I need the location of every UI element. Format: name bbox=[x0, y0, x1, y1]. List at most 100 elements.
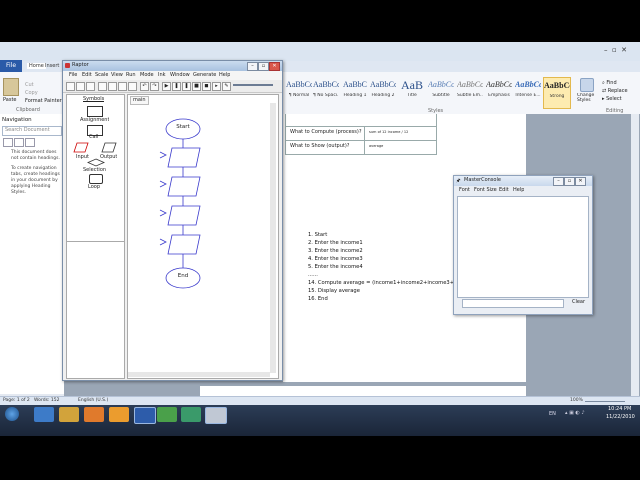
find-icon[interactable]: ⌕ Find bbox=[602, 80, 617, 87]
raptor-menu-help[interactable]: Help bbox=[219, 72, 230, 79]
select-button[interactable]: Select bbox=[606, 96, 621, 102]
taskbar-firefox-icon[interactable] bbox=[109, 407, 129, 422]
input-parallelogram[interactable] bbox=[167, 205, 201, 226]
raptor-menu-file[interactable]: File bbox=[69, 72, 77, 79]
style-emphasis[interactable]: AaBbCcL Emphasis bbox=[486, 77, 512, 107]
taskbar-media-icon[interactable] bbox=[84, 407, 104, 422]
step-icon[interactable]: ❚ bbox=[172, 82, 181, 91]
raptor-menu-edit[interactable]: Edit bbox=[82, 72, 92, 79]
input-parallelogram[interactable] bbox=[167, 176, 201, 197]
save-file-icon[interactable] bbox=[86, 82, 95, 91]
find-button[interactable]: Find bbox=[606, 80, 616, 86]
style-subtle-emphasis[interactable]: AaBbCcL Subtle Em... bbox=[457, 77, 483, 107]
redo-icon[interactable]: ↷ bbox=[150, 82, 159, 91]
canvas-vertical-scrollbar[interactable] bbox=[270, 103, 276, 373]
raptor-minimize-button[interactable]: – bbox=[247, 62, 258, 71]
console-input[interactable] bbox=[462, 299, 564, 308]
paste-icon[interactable] bbox=[3, 78, 19, 96]
word-tab-insert[interactable]: Insert bbox=[45, 63, 59, 69]
run-to-end-icon[interactable]: ▸ bbox=[212, 82, 221, 91]
raptor-menu-ink[interactable]: Ink bbox=[158, 72, 166, 79]
browse-headings-icon[interactable] bbox=[3, 138, 13, 147]
console-menu-help[interactable]: Help bbox=[513, 187, 524, 194]
selection-symbol[interactable] bbox=[87, 158, 105, 167]
paste-tool-icon[interactable] bbox=[118, 82, 127, 91]
tray-icons[interactable]: ▴ ▣ ◐ ♪ bbox=[565, 410, 595, 417]
paste-button[interactable]: Paste bbox=[3, 97, 17, 104]
copy-button[interactable]: Copy bbox=[25, 90, 38, 97]
word-window-controls[interactable]: – ▫ ✕ bbox=[604, 46, 627, 54]
status-page[interactable]: Page: 1 of 2 bbox=[3, 398, 30, 403]
print-icon[interactable] bbox=[128, 82, 137, 91]
navigation-search-input[interactable]: Search Document bbox=[2, 126, 62, 136]
console-minimize-button[interactable]: – bbox=[553, 177, 564, 186]
zoom-slider[interactable] bbox=[585, 401, 625, 402]
input-parallelogram[interactable] bbox=[167, 234, 201, 255]
io-symbols[interactable] bbox=[73, 142, 121, 154]
canvas-horizontal-scrollbar[interactable] bbox=[128, 372, 270, 377]
input-language[interactable]: EN bbox=[549, 411, 556, 418]
console-close-button[interactable]: ✕ bbox=[575, 177, 586, 186]
raptor-menu-generate[interactable]: Generate bbox=[193, 72, 216, 79]
cut-button[interactable]: Cut bbox=[25, 82, 34, 89]
pen-icon[interactable]: ✎ bbox=[222, 82, 231, 91]
raptor-menu-run[interactable]: Run bbox=[126, 72, 136, 79]
taskbar-raptor-icon[interactable] bbox=[205, 407, 227, 424]
clock-date[interactable]: 11/22/2010 bbox=[606, 414, 635, 421]
status-words[interactable]: Words: 152 bbox=[34, 398, 59, 403]
style-subtitle[interactable]: AaBbCc. Subtitle bbox=[428, 77, 454, 107]
assignment-symbol[interactable] bbox=[87, 106, 103, 117]
status-zoom[interactable]: 100% bbox=[570, 398, 583, 403]
open-file-icon[interactable] bbox=[76, 82, 85, 91]
start-orb-icon[interactable] bbox=[5, 407, 19, 421]
change-styles-icon[interactable] bbox=[580, 78, 594, 92]
style-strong[interactable]: AaBbCcE Strong bbox=[543, 77, 571, 109]
play-icon[interactable]: ▶ bbox=[162, 82, 171, 91]
replace-button[interactable]: Replace bbox=[608, 88, 628, 94]
input-parallelogram[interactable] bbox=[167, 147, 201, 168]
loop-symbol[interactable] bbox=[89, 174, 103, 184]
cut-icon[interactable] bbox=[98, 82, 107, 91]
replace-icon[interactable]: ⇄ Replace bbox=[602, 88, 628, 95]
style-heading-2[interactable]: AaBbCc Heading 2 bbox=[370, 77, 396, 107]
console-menu-font[interactable]: Font bbox=[459, 187, 470, 194]
taskbar-app-icon[interactable] bbox=[181, 407, 201, 422]
raptor-menu-scale[interactable]: Scale bbox=[95, 72, 108, 79]
raptor-menu-window[interactable]: Window bbox=[170, 72, 190, 79]
pause-icon[interactable]: ❚ bbox=[182, 82, 191, 91]
copy-icon[interactable] bbox=[108, 82, 117, 91]
style-intense-emphasis[interactable]: AaBbCcD Intense E... bbox=[515, 77, 541, 107]
undo-icon[interactable]: ↶ bbox=[140, 82, 149, 91]
style-heading-1[interactable]: AaBbC Heading 1 bbox=[342, 77, 368, 107]
style-normal[interactable]: AaBbCcI ¶ Normal bbox=[286, 77, 312, 107]
word-tab-home[interactable]: Home bbox=[27, 63, 46, 69]
raptor-close-button[interactable]: ✕ bbox=[269, 62, 280, 71]
document-scrollbar[interactable] bbox=[631, 114, 639, 396]
clock-time[interactable]: 10:24 PM bbox=[608, 406, 631, 413]
raptor-menu-mode[interactable]: Mode bbox=[140, 72, 154, 79]
word-file-tab[interactable]: File bbox=[0, 60, 22, 72]
console-menu-edit[interactable]: Edit bbox=[499, 187, 509, 194]
speed-slider[interactable] bbox=[233, 84, 273, 86]
taskbar-chrome-icon[interactable] bbox=[157, 407, 177, 422]
style-title[interactable]: AaB Title bbox=[399, 77, 425, 107]
console-menu-font-size[interactable]: Font Size bbox=[474, 187, 497, 194]
browse-pages-icon[interactable] bbox=[14, 138, 24, 147]
change-styles-button[interactable]: Change Styles bbox=[577, 93, 599, 103]
taskbar-word-icon[interactable] bbox=[134, 407, 156, 424]
select-icon[interactable]: ▸ Select bbox=[602, 96, 622, 103]
stop-icon[interactable]: ■ bbox=[192, 82, 201, 91]
console-maximize-button[interactable]: ▫ bbox=[564, 177, 575, 186]
taskbar-explorer-icon[interactable] bbox=[59, 407, 79, 422]
flowchart-canvas[interactable]: main Start End bbox=[127, 94, 279, 379]
console-output[interactable] bbox=[457, 196, 589, 298]
console-clear-button[interactable]: Clear bbox=[569, 298, 588, 307]
browse-results-icon[interactable] bbox=[25, 138, 35, 147]
style-no-spacing[interactable]: AaBbCcI ¶ No Spaci... bbox=[313, 77, 339, 107]
status-language[interactable]: English (U.S.) bbox=[78, 398, 108, 403]
raptor-menu-view[interactable]: View bbox=[111, 72, 123, 79]
reset-icon[interactable]: ◼ bbox=[202, 82, 211, 91]
raptor-maximize-button[interactable]: ▫ bbox=[258, 62, 269, 71]
new-file-icon[interactable] bbox=[66, 82, 75, 91]
taskbar-ie-icon[interactable] bbox=[34, 407, 54, 422]
